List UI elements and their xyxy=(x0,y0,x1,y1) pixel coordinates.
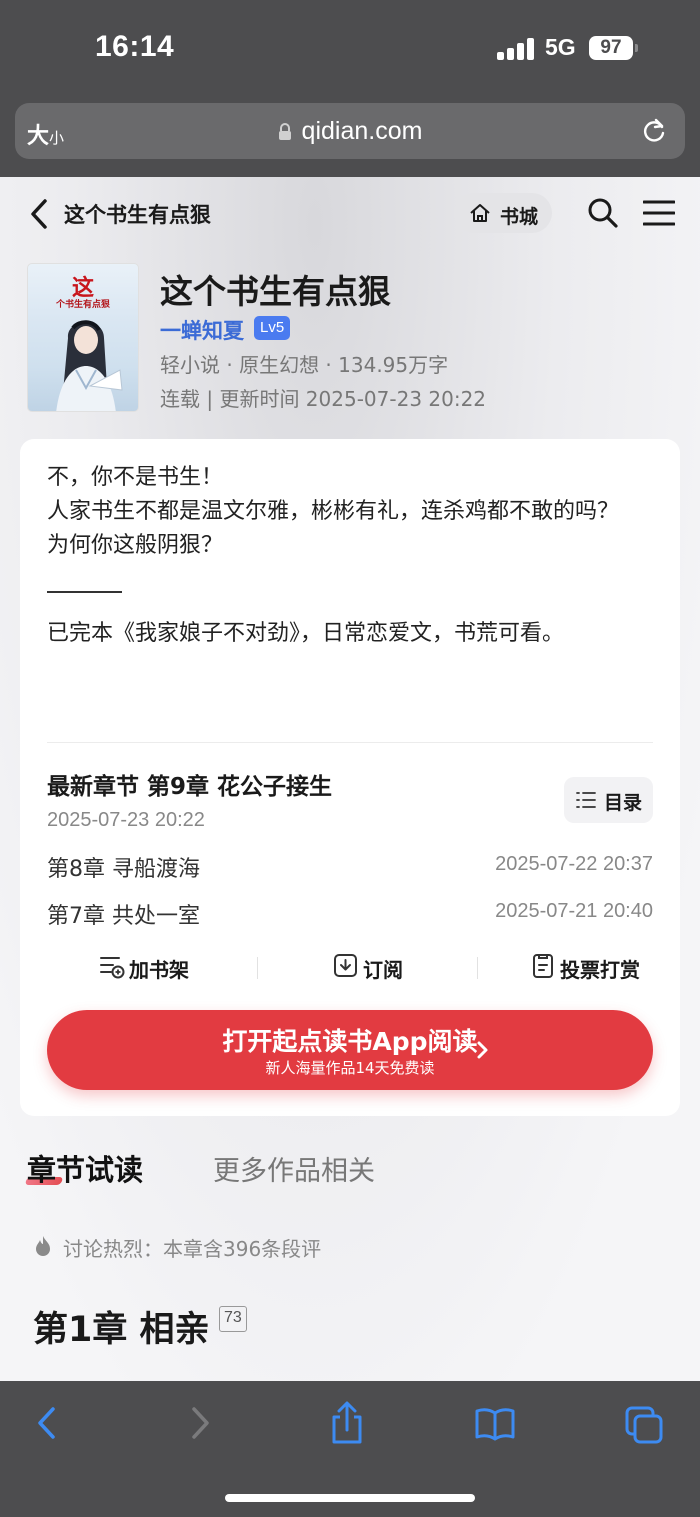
url-text: qidian.com xyxy=(301,117,423,145)
open-app-label: 打开起点读书App阅读 xyxy=(222,1027,478,1056)
ticket-icon xyxy=(533,954,553,978)
intro-line: 人家书生不都是温文尔雅，彬彬有礼，连杀鸡都不敢的吗？ xyxy=(47,499,620,524)
browser-forward-icon[interactable] xyxy=(180,1401,220,1445)
comment-count-badge[interactable]: 73 xyxy=(219,1306,247,1332)
intro-divider xyxy=(47,591,122,593)
bookstore-label: 书城 xyxy=(500,206,539,228)
chapter-time: 2025-07-21 20:40 xyxy=(495,900,653,922)
bookmarks-icon[interactable] xyxy=(475,1401,515,1445)
page-header: 这个书生有点狠 书城 xyxy=(0,177,700,249)
tab-chapter-preview[interactable]: 章节试读 xyxy=(27,1147,143,1189)
chevron-right-icon xyxy=(477,1041,488,1059)
cover-illustration xyxy=(56,320,123,411)
open-app-button[interactable]: 打开起点读书App阅读 新人海量作品14天免费读 xyxy=(47,1010,653,1090)
header-title: 这个书生有点狠 xyxy=(64,203,211,227)
author-level-badge: Lv5 xyxy=(254,316,291,340)
book-cover[interactable]: 这 个书生有点狠 xyxy=(27,263,139,412)
flame-icon xyxy=(36,1236,50,1256)
book-intro: 不，你不是书生！ 人家书生不都是温文尔雅，彬彬有礼，连杀鸡都不敢的吗？ 为何你这… xyxy=(47,461,657,651)
latest-chapter-link[interactable]: 最新章节 第9章 花公子接生 xyxy=(47,767,332,801)
url-display[interactable]: qidian.com xyxy=(15,117,685,146)
add-shelf-label: 加书架 xyxy=(129,958,189,982)
back-arrow-icon[interactable] xyxy=(28,197,50,231)
status-time: 16:14 xyxy=(95,30,175,63)
list-icon xyxy=(576,792,596,808)
book-meta: 轻小说 · 原生幻想 · 134.95万字 xyxy=(160,353,449,377)
action-divider xyxy=(257,957,258,979)
toc-label: 目录 xyxy=(604,792,643,814)
author-link[interactable]: 一蝉知夏 xyxy=(160,315,244,345)
reload-icon[interactable] xyxy=(639,115,669,145)
status-bar: 16:14 5G 97 xyxy=(0,0,700,100)
tab-more-works[interactable]: 更多作品相关 xyxy=(213,1149,375,1188)
chapter-row[interactable]: 第8章 寻船渡海 2025-07-22 20:37 xyxy=(47,851,653,887)
browser-url-area: 大小 qidian.com xyxy=(0,100,700,177)
signal-icon xyxy=(497,38,535,60)
intro-note: 已完本《我家娘子不对劲》，日常恋爱文，书荒可看。 xyxy=(47,621,565,646)
intro-line: 为何你这般阴狠？ xyxy=(47,533,224,558)
chapter-title: 第1章 相亲 xyxy=(33,1310,210,1350)
intro-line: 不，你不是书生！ xyxy=(47,465,224,490)
subscribe-label: 订阅 xyxy=(363,958,403,982)
address-bar[interactable]: 大小 qidian.com xyxy=(15,103,685,159)
book-detail-card: 不，你不是书生！ 人家书生不都是温文尔雅，彬彬有礼，连杀鸡都不敢的吗？ 为何你这… xyxy=(20,439,680,1116)
battery-tip xyxy=(635,44,638,52)
book-status: 连载 | 更新时间 2025-07-23 20:22 xyxy=(160,387,487,411)
chapter-time: 2025-07-22 20:37 xyxy=(495,853,653,875)
table-of-contents-button[interactable]: 目录 xyxy=(564,777,653,823)
latest-chapter-time: 2025-07-23 20:22 xyxy=(47,809,205,831)
battery-icon: 97 xyxy=(589,36,633,60)
home-indicator xyxy=(225,1494,475,1502)
open-app-sublabel: 新人海量作品14天免费读 xyxy=(265,1059,435,1077)
network-type: 5G xyxy=(545,34,576,60)
bookstore-button[interactable]: 书城 xyxy=(454,193,552,233)
download-icon xyxy=(334,954,357,977)
hot-text: 讨论热烈：本章含396条段评 xyxy=(63,1237,322,1261)
lock-icon xyxy=(278,123,291,140)
menu-icon[interactable] xyxy=(643,199,675,227)
web-page: 这个书生有点狠 书城 这 个书生有点狠 这个书生有点狠 一蝉知夏 Lv5 轻小说… xyxy=(0,177,700,1381)
card-divider xyxy=(47,742,653,743)
browser-back-icon[interactable] xyxy=(27,1401,67,1445)
vote-reward-label: 投票打赏 xyxy=(560,958,640,982)
book-title: 这个书生有点狠 xyxy=(160,272,391,311)
tabs-icon[interactable] xyxy=(624,1401,664,1445)
search-icon[interactable] xyxy=(587,197,619,229)
chapter-row[interactable]: 第7章 共处一室 2025-07-21 20:40 xyxy=(47,898,653,934)
chapter-name: 第8章 寻船渡海 xyxy=(47,857,200,882)
home-icon xyxy=(470,204,490,222)
action-row: 加书架 订阅 投票打赏 xyxy=(47,947,653,987)
action-divider xyxy=(477,957,478,979)
share-icon[interactable] xyxy=(327,1401,367,1445)
add-shelf-icon xyxy=(100,957,125,979)
chapter-name: 第7章 共处一室 xyxy=(47,904,200,929)
